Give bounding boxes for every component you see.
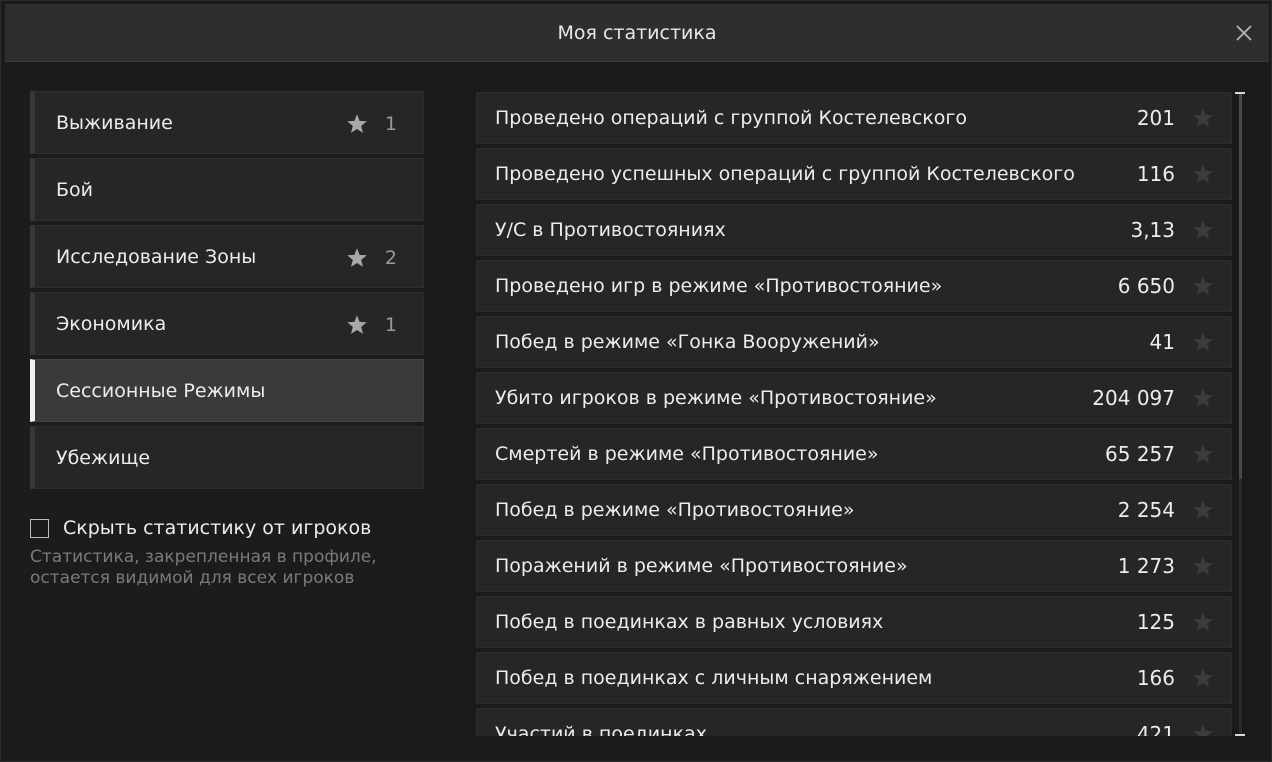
stat-label: Проведено операций с группой Костелевско… <box>495 107 968 129</box>
pinned-badge: 1 <box>345 92 397 155</box>
stat-label: Смертей в режиме «Противостояние» <box>495 443 879 465</box>
stat-row: Побед в поединках с личным снаряжением 16… <box>476 652 1232 704</box>
category-label: Убежище <box>56 447 151 469</box>
category-list: Выживание 1 Бой Исследование Зоны 2 Экономика… <box>30 91 424 493</box>
hide-stats-toggle[interactable]: Скрыть статистику от игроков <box>30 517 371 539</box>
category-label: Исследование Зоны <box>56 246 257 268</box>
pin-star-icon[interactable] <box>1191 274 1215 298</box>
pin-star-icon[interactable] <box>1191 722 1215 736</box>
category-item[interactable]: Убежище <box>30 426 424 489</box>
stat-label: Побед в режиме «Противостояние» <box>495 499 855 521</box>
stat-value: 41 <box>1149 330 1175 354</box>
stats-list: Проведено операций с группой Костелевско… <box>476 92 1232 736</box>
star-icon <box>347 113 367 133</box>
stat-label: Побед в поединках с личным снаряжением <box>495 667 933 689</box>
stat-value: 116 <box>1136 162 1175 186</box>
stat-value: 421 <box>1136 722 1175 736</box>
stat-value: 201 <box>1136 106 1175 130</box>
pin-star-icon[interactable] <box>1191 330 1215 354</box>
stat-value: 3,13 <box>1130 218 1175 242</box>
stat-row: Участий в поединках 421 <box>476 708 1232 736</box>
scrollbar-thumb[interactable] <box>1239 94 1242 479</box>
stat-row: Проведено операций с группой Костелевско… <box>476 92 1232 144</box>
pin-star-icon[interactable] <box>1191 106 1215 130</box>
pin-star-icon[interactable] <box>1191 554 1215 578</box>
pin-star-icon[interactable] <box>1191 610 1215 634</box>
pin-star-icon[interactable] <box>1191 666 1215 690</box>
stat-label: Проведено игр в режиме «Противостояние» <box>495 275 943 297</box>
hide-stats-checkbox[interactable] <box>30 518 49 538</box>
category-panel: Выживание 1 Бой Исследование Зоны 2 Экономика… <box>5 67 450 759</box>
pin-star-icon[interactable] <box>1191 218 1215 242</box>
stats-panel: Проведено операций с группой Костелевско… <box>450 67 1269 759</box>
stat-label: Поражений в режиме «Противостояние» <box>495 555 908 577</box>
stat-row: Побед в поединках в равных условиях 125 <box>476 596 1232 648</box>
scrollbar[interactable] <box>1235 92 1245 736</box>
category-item[interactable]: Исследование Зоны 2 <box>30 225 424 288</box>
stat-label: Убито игроков в режиме «Противостояние» <box>495 387 937 409</box>
stat-row: Проведено игр в режиме «Противостояние» 6… <box>476 260 1232 312</box>
stat-row: Поражений в режиме «Противостояние» 1 273 <box>476 540 1232 592</box>
pin-star-icon[interactable] <box>1191 386 1215 410</box>
pin-star-icon[interactable] <box>1191 442 1215 466</box>
stat-label: У/С в Противостояниях <box>495 219 726 241</box>
pin-star-icon[interactable] <box>1191 162 1215 186</box>
stat-value: 65 257 <box>1105 442 1175 466</box>
stat-value: 1 273 <box>1117 554 1175 578</box>
pin-star-icon[interactable] <box>1191 498 1215 522</box>
stat-value: 2 254 <box>1117 498 1175 522</box>
category-label: Бой <box>56 179 94 201</box>
category-item[interactable]: Экономика 1 <box>30 292 424 355</box>
stat-row: У/С в Противостояниях 3,13 <box>476 204 1232 256</box>
scrollbar-bottom-cap <box>1235 734 1245 736</box>
stat-value: 166 <box>1136 666 1175 690</box>
category-label: Сессионные Режимы <box>56 380 266 402</box>
title-bar: Моя статистика <box>5 4 1269 62</box>
stat-label: Побед в поединках в равных условиях <box>495 611 884 633</box>
stat-value: 125 <box>1136 610 1175 634</box>
stat-row: Смертей в режиме «Противостояние» 65 257 <box>476 428 1232 480</box>
star-icon <box>347 314 367 334</box>
category-label: Выживание <box>56 112 173 134</box>
stats-window: Моя статистика Выживание 1 Бой Исследование… <box>0 0 1272 762</box>
category-item[interactable]: Сессионные Режимы <box>30 359 424 422</box>
pinned-badge: 2 <box>345 226 397 289</box>
stat-value: 6 650 <box>1117 274 1175 298</box>
close-button[interactable] <box>1233 22 1255 44</box>
category-item[interactable]: Бой <box>30 158 424 221</box>
stat-row: Проведено успешных операций с группой Ко… <box>476 148 1232 200</box>
pinned-count: 2 <box>384 246 397 269</box>
hide-stats-label: Скрыть статистику от игроков <box>63 517 372 539</box>
stat-row: Убито игроков в режиме «Противостояние» 2… <box>476 372 1232 424</box>
category-label: Экономика <box>56 313 167 335</box>
stat-label: Побед в режиме «Гонка Вооружений» <box>495 331 880 353</box>
stat-value: 204 097 <box>1092 386 1175 410</box>
stat-row: Побед в режиме «Противостояние» 2 254 <box>476 484 1232 536</box>
stat-row: Побед в режиме «Гонка Вооружений» 41 <box>476 316 1232 368</box>
hide-stats-note: Статистика, закрепленная в профиле, оста… <box>30 547 377 588</box>
window-title: Моя статистика <box>557 22 717 44</box>
category-item[interactable]: Выживание 1 <box>30 91 424 154</box>
close-icon <box>1236 25 1252 41</box>
pinned-count: 1 <box>384 112 397 135</box>
stat-label: Участий в поединках <box>495 723 707 736</box>
pinned-count: 1 <box>384 313 397 336</box>
star-icon <box>347 247 367 267</box>
stat-label: Проведено успешных операций с группой Ко… <box>495 163 1075 185</box>
pinned-badge: 1 <box>345 293 397 356</box>
